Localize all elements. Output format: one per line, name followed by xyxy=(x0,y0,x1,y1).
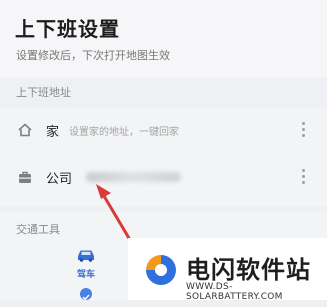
watermark-url: WWW.DS-SOLARBATTERY.COM xyxy=(186,282,283,302)
watermark-logo-icon xyxy=(146,255,176,285)
watermark-title: 电闪软件站 xyxy=(186,256,311,284)
